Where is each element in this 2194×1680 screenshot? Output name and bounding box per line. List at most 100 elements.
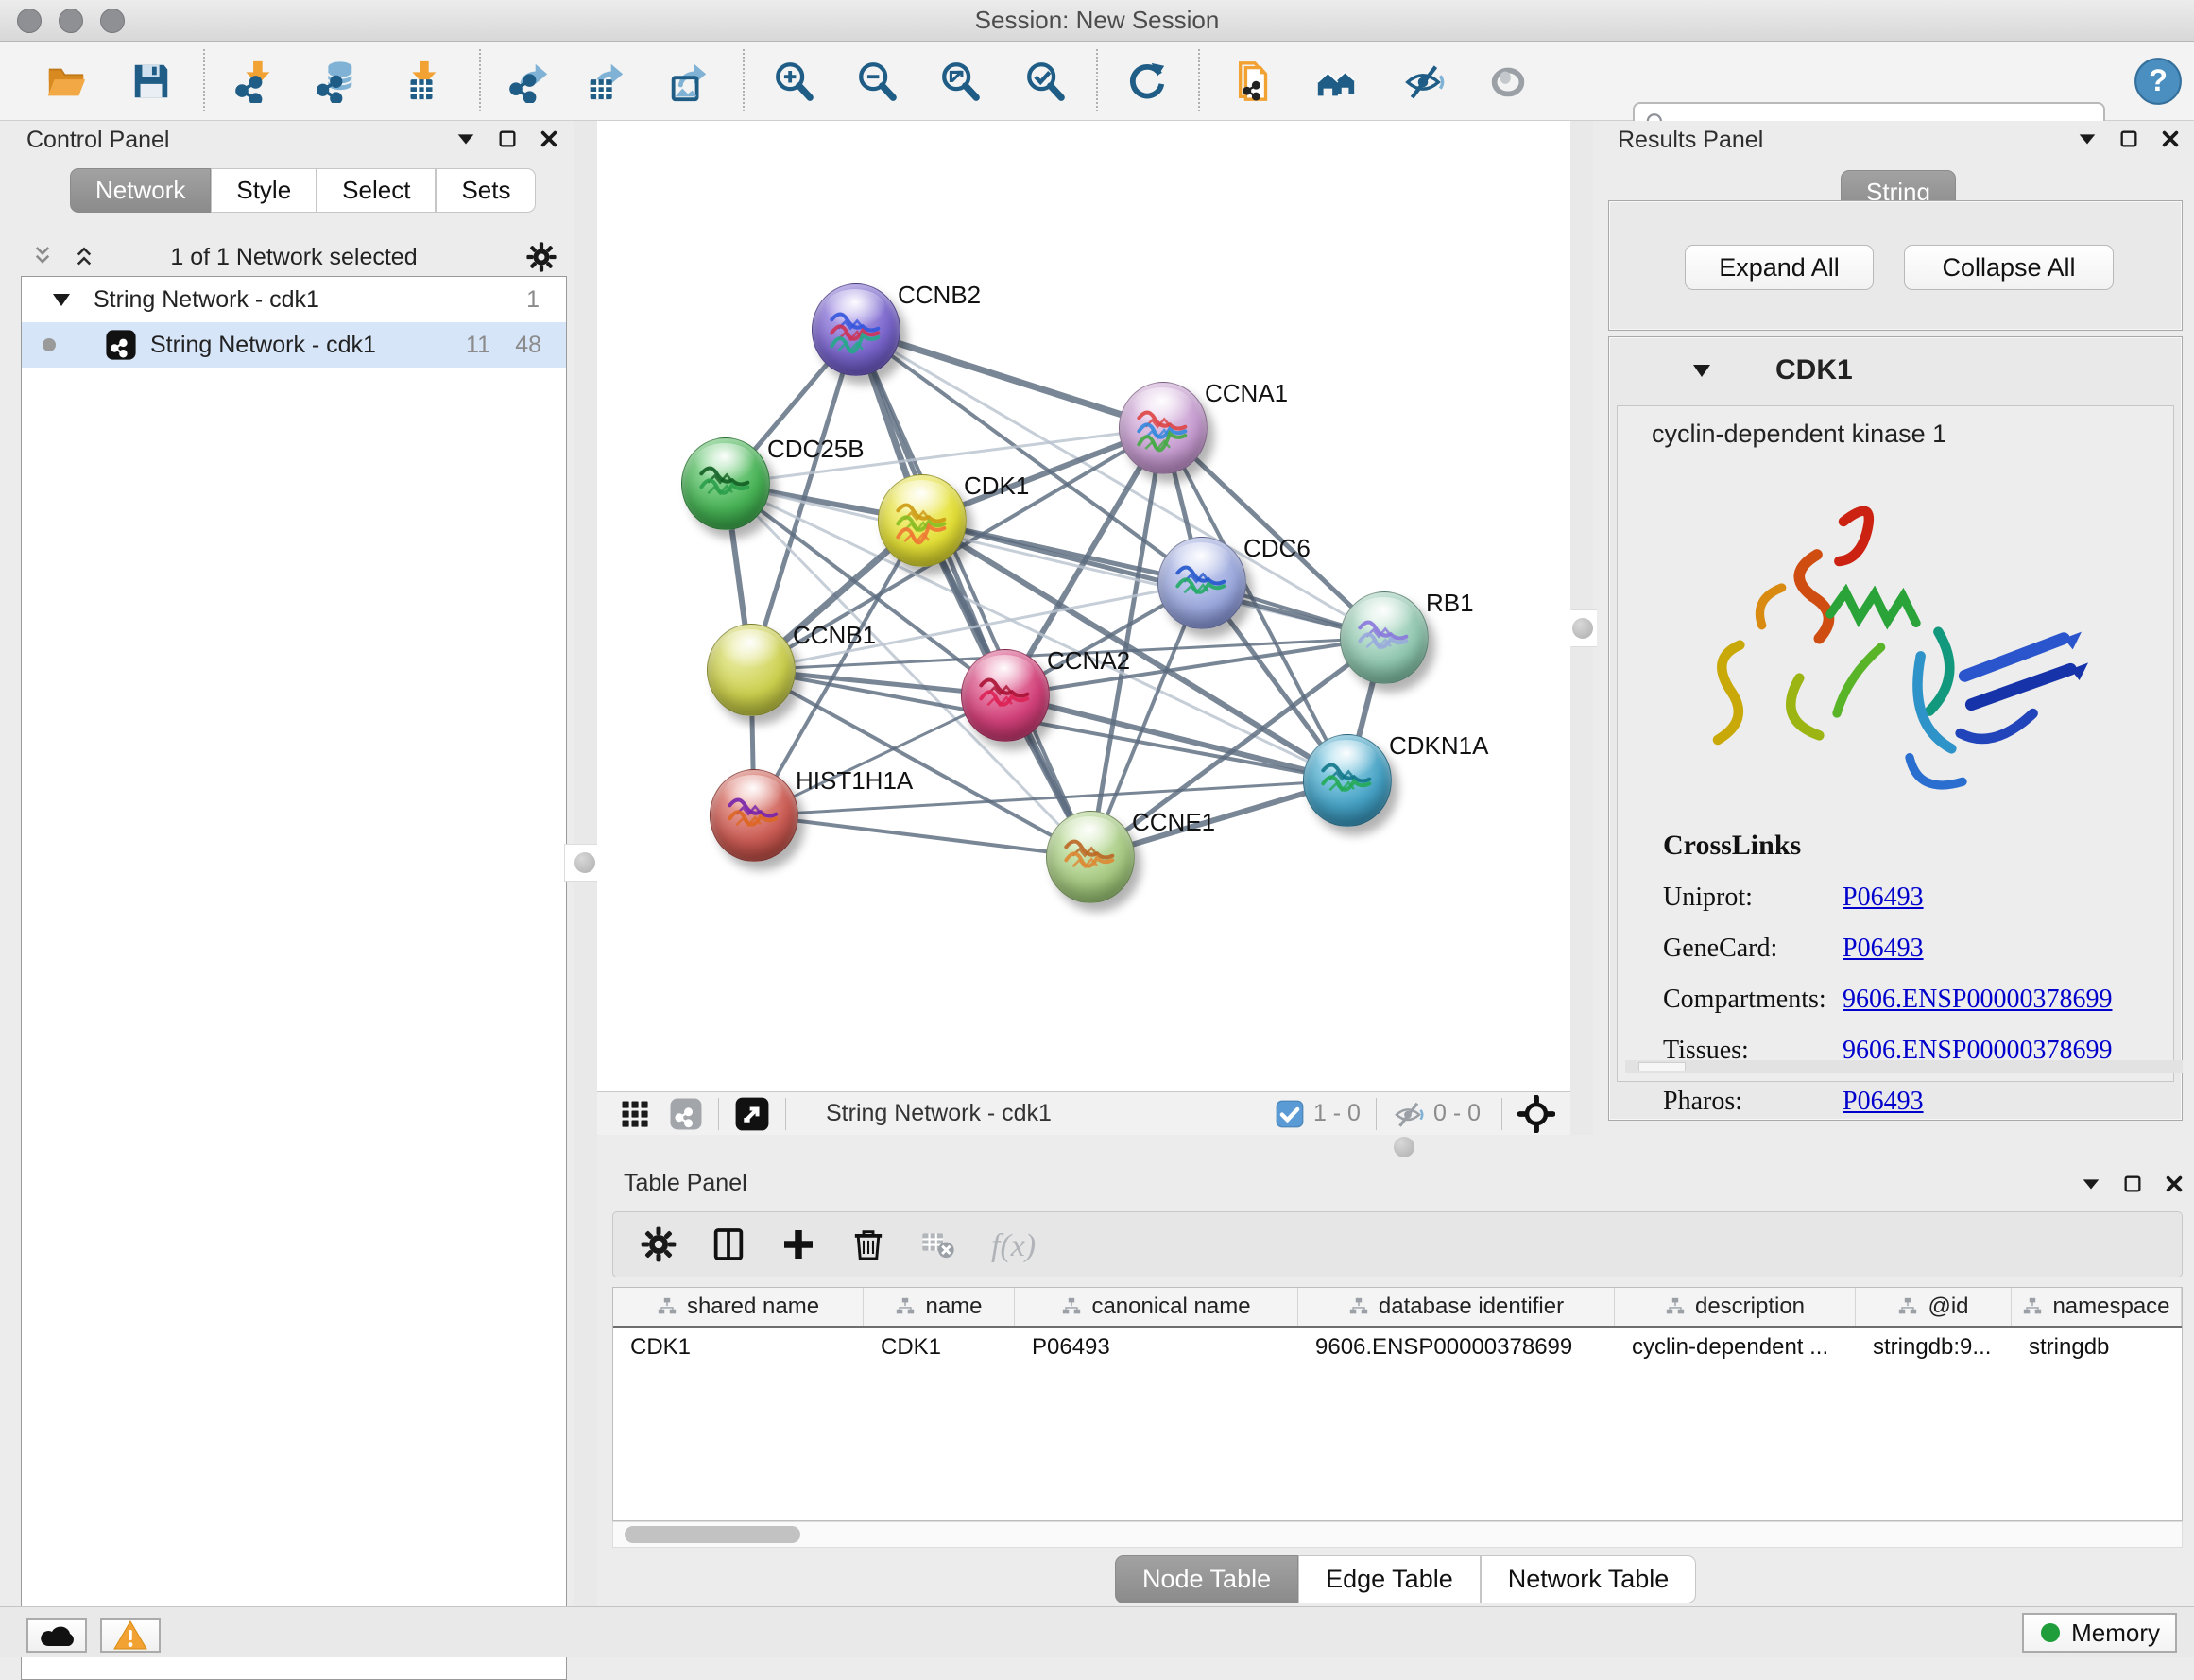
import-table-icon[interactable] <box>400 60 443 103</box>
node-ccne1[interactable] <box>1046 811 1135 903</box>
network-dot-icon <box>43 338 56 351</box>
entry-header[interactable]: CDK1 <box>1609 337 2182 403</box>
node-ccnb1[interactable] <box>707 624 796 716</box>
save-icon[interactable] <box>129 60 173 103</box>
memory-button[interactable]: Memory <box>2022 1613 2177 1653</box>
open-folder-icon[interactable] <box>44 60 88 103</box>
cell-sharedname[interactable]: CDK1 <box>613 1334 864 1361</box>
tab-node-table[interactable]: Node Table <box>1115 1555 1298 1603</box>
import-database-icon[interactable] <box>315 60 358 103</box>
network-collection-row[interactable]: String Network - cdk1 1 <box>22 277 566 322</box>
table-header-row: shared namenamecanonical namedatabase id… <box>613 1288 2182 1328</box>
tab-sets[interactable]: Sets <box>436 168 536 213</box>
column-header-sharedname[interactable]: shared name <box>613 1288 864 1326</box>
panel-float-icon[interactable] <box>2118 129 2139 149</box>
network-canvas[interactable]: CCNB2CCNA1CDC25BCDK1CDC6RB1CCNB1CCNA2CDK… <box>597 121 1570 1091</box>
tab-style[interactable]: Style <box>211 168 317 213</box>
node-rb1[interactable] <box>1340 591 1429 684</box>
selected-checkbox-icon[interactable] <box>1276 1100 1304 1128</box>
column-header-name[interactable]: name <box>864 1288 1015 1326</box>
add-column-icon[interactable] <box>780 1226 817 1263</box>
cell-description[interactable]: cyclin-dependent ... <box>1615 1334 1856 1361</box>
function-builder-icon[interactable]: f(x) <box>989 1226 1042 1263</box>
zoom-fit-icon[interactable] <box>938 60 982 103</box>
network-options-gear-icon[interactable] <box>525 241 557 273</box>
panel-close-icon[interactable] <box>2160 129 2181 149</box>
panel-float-icon[interactable] <box>2122 1174 2143 1194</box>
warnings-button[interactable] <box>100 1618 161 1653</box>
gear-icon[interactable] <box>640 1226 677 1263</box>
node-hist1h1a[interactable] <box>710 769 798 862</box>
node-table[interactable]: shared namenamecanonical namedatabase id… <box>612 1287 2183 1521</box>
crosslink-link[interactable]: 9606.ENSP00000378699 <box>1843 985 2112 1015</box>
node-cdkn1a[interactable] <box>1303 734 1392 827</box>
import-network-icon[interactable] <box>233 60 277 103</box>
panel-collapse-icon[interactable] <box>2077 129 2098 149</box>
tab-network[interactable]: Network <box>70 168 211 213</box>
column-header-id[interactable]: @id <box>1856 1288 2012 1326</box>
delete-table-icon[interactable] <box>919 1226 957 1263</box>
panel-close-icon[interactable] <box>539 129 559 149</box>
horizontal-splitter-handle[interactable] <box>1385 1131 1423 1163</box>
share-document-icon[interactable] <box>1233 60 1277 103</box>
right-splitter[interactable] <box>1570 121 1593 1162</box>
export-image-icon[interactable] <box>666 60 710 103</box>
cell-databaseidentifier[interactable]: 9606.ENSP00000378699 <box>1298 1334 1615 1361</box>
crosslink-link[interactable]: P06493 <box>1843 1087 1924 1117</box>
column-header-databaseidentifier[interactable]: database identifier <box>1298 1288 1615 1326</box>
refresh-icon[interactable] <box>1124 60 1168 103</box>
left-splitter[interactable] <box>574 121 597 1606</box>
export-table-icon[interactable] <box>583 60 626 103</box>
zoom-selected-icon[interactable] <box>1023 60 1067 103</box>
cell-name[interactable]: CDK1 <box>864 1334 1015 1361</box>
node-cdc6[interactable] <box>1157 537 1246 629</box>
hide-panel-icon[interactable] <box>1401 60 1445 103</box>
crosslink-link[interactable]: P06493 <box>1843 934 1924 964</box>
delete-column-icon[interactable] <box>849 1226 887 1263</box>
crosshair-icon[interactable] <box>1517 1095 1555 1133</box>
collapse-all-button[interactable]: Collapse All <box>1904 245 2114 290</box>
home-icon[interactable] <box>1314 60 1358 103</box>
network-list-toolbar: 1 of 1 Network selected <box>21 236 567 278</box>
column-header-namespace[interactable]: namespace <box>2012 1288 2182 1326</box>
cell-id[interactable]: stringdb:9... <box>1856 1334 2012 1361</box>
node-ccna1[interactable] <box>1119 382 1208 474</box>
cell-canonicalname[interactable]: P06493 <box>1015 1334 1298 1361</box>
tab-select[interactable]: Select <box>317 168 436 213</box>
help-icon[interactable]: ? <box>2134 57 2183 106</box>
show-eye-icon[interactable] <box>1486 60 1530 103</box>
title-bar: Session: New Session <box>0 0 2194 42</box>
panel-close-icon[interactable] <box>2164 1174 2185 1194</box>
node-ccnb2[interactable] <box>812 283 900 376</box>
tab-edge-table[interactable]: Edge Table <box>1298 1555 1481 1603</box>
share-thumbnail-icon[interactable] <box>669 1097 703 1131</box>
node-ccna2[interactable] <box>961 649 1050 742</box>
collection-disclosure-icon[interactable] <box>50 288 73 311</box>
tab-network-table[interactable]: Network Table <box>1481 1555 1697 1603</box>
column-header-canonicalname[interactable]: canonical name <box>1015 1288 1298 1326</box>
cell-namespace[interactable]: stringdb <box>2012 1334 2182 1361</box>
zoom-in-icon[interactable] <box>772 60 815 103</box>
network-row[interactable]: String Network - cdk1 11 48 <box>22 322 566 368</box>
cloud-button[interactable] <box>26 1618 87 1653</box>
node-cdc25b[interactable] <box>681 437 770 530</box>
entry-disclosure-icon[interactable] <box>1690 359 1713 382</box>
expand-all-button[interactable]: Expand All <box>1685 245 1874 290</box>
panel-collapse-icon[interactable] <box>2081 1174 2101 1194</box>
toolbar-separator <box>479 49 481 111</box>
status-footer: Memory <box>0 1606 2194 1657</box>
grid-icon[interactable] <box>618 1097 652 1131</box>
crosslink-link[interactable]: P06493 <box>1843 883 1924 913</box>
table-hscrollbar[interactable] <box>612 1521 2183 1548</box>
table-row[interactable]: CDK1CDK1P064939606.ENSP00000378699cyclin… <box>613 1328 2182 1367</box>
zoom-out-icon[interactable] <box>855 60 899 103</box>
panel-collapse-icon[interactable] <box>455 129 476 149</box>
panel-float-icon[interactable] <box>497 129 518 149</box>
network-share-icon <box>105 329 137 361</box>
column-header-description[interactable]: description <box>1615 1288 1856 1326</box>
node-cdk1[interactable] <box>878 474 967 567</box>
columns-icon[interactable] <box>710 1226 747 1263</box>
birdseye-icon[interactable] <box>734 1096 770 1132</box>
results-scrollbar[interactable] <box>1625 1060 2183 1073</box>
export-network-icon[interactable] <box>507 60 551 103</box>
